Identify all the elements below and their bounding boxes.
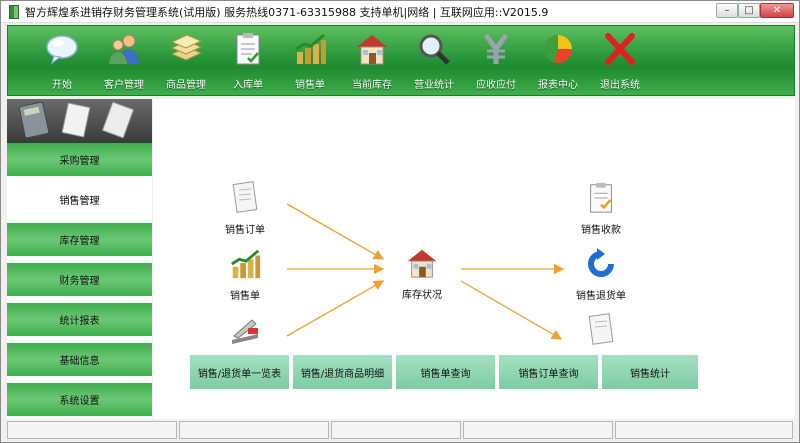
stack-icon bbox=[167, 30, 205, 68]
sidebar-item-settings[interactable]: 系统设置 bbox=[7, 383, 152, 419]
sidebar-item-basic-info[interactable]: 基础信息 bbox=[7, 343, 152, 379]
paper-icon bbox=[59, 101, 93, 141]
flow-node-sales-slip[interactable]: 销售单 bbox=[205, 245, 285, 302]
house-icon bbox=[353, 30, 391, 68]
sidebar-item-sales[interactable]: 销售管理 bbox=[7, 183, 152, 219]
flow-node-label: 销售单 bbox=[230, 291, 260, 302]
flow-node-sales-return[interactable]: 销售退货单 bbox=[561, 245, 641, 302]
status-panel bbox=[7, 421, 177, 439]
sales-return-list-button[interactable]: 销售/退货单一览表 bbox=[189, 354, 290, 390]
document-icon bbox=[226, 179, 264, 217]
status-bar bbox=[7, 421, 795, 439]
flow-node-sales-stats[interactable] bbox=[561, 311, 641, 349]
chat-bubble-icon bbox=[43, 30, 81, 68]
stapler-icon bbox=[226, 311, 264, 349]
window-title: 智方辉煌系进销存财务管理系统(试用版) 服务热线0371-63315988 支持… bbox=[25, 5, 549, 19]
magnifier-icon bbox=[415, 30, 453, 68]
toolbar-item-label: 入库单 bbox=[233, 80, 263, 91]
toolbar-start-button[interactable]: 开始 bbox=[32, 30, 92, 92]
toolbar-item-label: 开始 bbox=[52, 80, 72, 91]
flow-node-sales-order[interactable]: 销售订单 bbox=[205, 179, 285, 236]
flow-arrow bbox=[286, 203, 385, 260]
calculator-icon bbox=[17, 101, 51, 141]
document-icon bbox=[582, 311, 620, 349]
sidebar-item-finance[interactable]: 财务管理 bbox=[7, 263, 152, 299]
sidebar-header bbox=[7, 99, 152, 143]
sidebar-item-inventory[interactable]: 库存管理 bbox=[7, 223, 152, 259]
clipboard-icon bbox=[229, 30, 267, 68]
app-window: 智方辉煌系进销存财务管理系统(试用版) 服务热线0371-63315988 支持… bbox=[0, 0, 800, 443]
bar-chart-icon bbox=[291, 30, 329, 68]
sales-order-query-button[interactable]: 销售订单查询 bbox=[498, 354, 599, 390]
toolbar-sales-button[interactable]: 销售单 bbox=[280, 30, 340, 92]
flow-node-label: 库存状况 bbox=[402, 290, 442, 301]
pie-chart-icon bbox=[539, 30, 577, 68]
paper-icon bbox=[101, 101, 135, 141]
clipboard-icon bbox=[582, 179, 620, 217]
toolbar-item-label: 应收应付 bbox=[476, 80, 516, 91]
bar-chart-icon bbox=[226, 245, 264, 283]
users-icon bbox=[105, 30, 143, 68]
toolbar-item-label: 当前库存 bbox=[352, 80, 392, 91]
title-bar: 智方辉煌系进销存财务管理系统(试用版) 服务热线0371-63315988 支持… bbox=[1, 1, 799, 23]
house-icon bbox=[403, 244, 441, 282]
flow-node-label: 销售收款 bbox=[581, 225, 621, 236]
toolbar-business-stats-button[interactable]: 营业统计 bbox=[404, 30, 464, 92]
status-panel bbox=[615, 421, 793, 439]
toolbar-item-label: 营业统计 bbox=[414, 80, 454, 91]
toolbar-item-label: 退出系统 bbox=[600, 80, 640, 91]
toolbar-inventory-button[interactable]: 当前库存 bbox=[342, 30, 402, 92]
sales-slip-query-button[interactable]: 销售单查询 bbox=[395, 354, 496, 390]
toolbar-item-label: 销售单 bbox=[295, 80, 325, 91]
toolbar-item-label: 商品管理 bbox=[166, 80, 206, 91]
sales-statistics-button[interactable]: 销售统计 bbox=[601, 354, 699, 390]
minimize-button[interactable]: – bbox=[716, 3, 738, 18]
toolbar-goods-button[interactable]: 商品管理 bbox=[156, 30, 216, 92]
refresh-icon bbox=[582, 245, 620, 283]
toolbar-report-center-button[interactable]: 报表中心 bbox=[528, 30, 588, 92]
exit-x-icon bbox=[601, 30, 639, 68]
main-toolbar: 开始 客户管理 商品管理 入库单 销售单 当前库存 营业统计 应收应付 报表中心… bbox=[7, 25, 795, 96]
close-button[interactable]: ✕ bbox=[760, 3, 794, 18]
toolbar-receivable-button[interactable]: 应收应付 bbox=[466, 30, 526, 92]
yen-icon bbox=[477, 30, 515, 68]
toolbar-exit-button[interactable]: 退出系统 bbox=[590, 30, 650, 92]
status-panel bbox=[331, 421, 461, 439]
status-panel bbox=[463, 421, 613, 439]
maximize-button[interactable]: □ bbox=[738, 3, 760, 18]
flow-node-stock-status[interactable]: 库存状况 bbox=[382, 244, 462, 301]
app-icon bbox=[9, 4, 19, 19]
toolbar-stockin-button[interactable]: 入库单 bbox=[218, 30, 278, 92]
flow-node-label: 销售退货单 bbox=[576, 291, 626, 302]
toolbar-item-label: 报表中心 bbox=[538, 80, 578, 91]
main-panel: 销售订单 销售单 库存状况 销售收款 销售退货单 销售/退货单一览表 销售/退货… bbox=[153, 99, 795, 419]
toolbar-item-label: 客户管理 bbox=[104, 80, 144, 91]
status-panel bbox=[179, 421, 329, 439]
flow-node-stapler[interactable] bbox=[205, 311, 285, 349]
flow-node-sales-receipt[interactable]: 销售收款 bbox=[561, 179, 641, 236]
flow-node-label: 销售订单 bbox=[225, 225, 265, 236]
flow-arrow bbox=[460, 280, 563, 340]
toolbar-customer-button[interactable]: 客户管理 bbox=[94, 30, 154, 92]
flow-arrow bbox=[286, 280, 385, 337]
sidebar-item-reports[interactable]: 统计报表 bbox=[7, 303, 152, 339]
sidebar-item-purchase[interactable]: 采购管理 bbox=[7, 143, 152, 179]
sidebar: 采购管理 销售管理 库存管理 财务管理 统计报表 基础信息 系统设置 bbox=[7, 99, 152, 419]
sales-return-goods-detail-button[interactable]: 销售/退货商品明细 bbox=[292, 354, 393, 390]
